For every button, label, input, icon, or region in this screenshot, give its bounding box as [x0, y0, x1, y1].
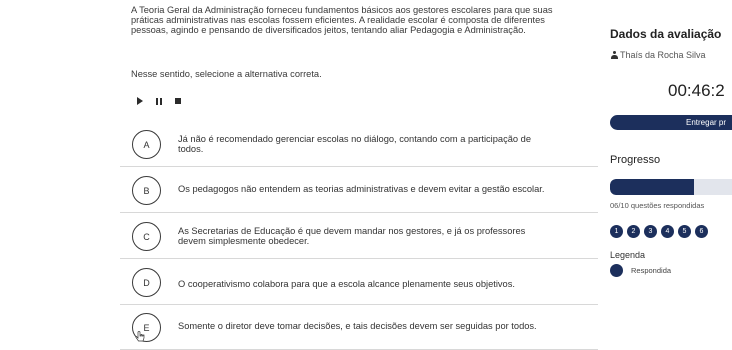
statement-line: pessoas, agindo e pensando de diversific… — [131, 25, 526, 35]
statement-line: A Teoria Geral da Administração forneceu… — [131, 5, 553, 15]
legend-answered-label: Respondida — [631, 266, 672, 275]
audio-controls — [137, 95, 181, 107]
progress-bar-fill — [610, 179, 694, 195]
statement-line: práticas administrativas nas escolas fos… — [131, 15, 545, 25]
option-b-line: Os pedagogos não entendem as teorias adm… — [178, 184, 545, 194]
legend-title: Legenda — [610, 250, 646, 260]
option-c[interactable]: C As Secretarias de Educação é que devem… — [120, 213, 598, 259]
option-c-line: devem simplesmente obedecer. — [178, 236, 310, 246]
option-d-text: O cooperativismo colabora para que a esc… — [178, 279, 588, 289]
option-a-line: todos. — [178, 144, 204, 154]
question-number-5[interactable]: 5 — [678, 225, 691, 238]
progress-title: Progresso — [610, 154, 661, 166]
option-c-text: As Secretarias de Educação é que devem m… — [178, 226, 588, 246]
option-d[interactable]: D O cooperativismo colabora para que a e… — [120, 259, 598, 305]
question-number-6[interactable]: 6 — [695, 225, 708, 238]
option-a-line: Já não é recomendado gerenciar escolas n… — [178, 134, 531, 144]
submit-button[interactable]: Entregar pr — [610, 115, 732, 130]
question-navigator: 1 2 3 4 5 6 — [610, 225, 708, 238]
question-number-3[interactable]: 3 — [644, 225, 657, 238]
progress-bar — [610, 179, 732, 195]
option-e-line: Somente o diretor deve tomar decisões, e… — [178, 321, 537, 331]
user-icon — [611, 51, 618, 59]
option-c-letter[interactable]: C — [132, 222, 161, 251]
option-b-letter[interactable]: B — [132, 176, 161, 205]
evaluation-sidebar: Dados da avaliação Thaís da Rocha Silva … — [600, 0, 732, 350]
pause-icon[interactable] — [156, 97, 162, 105]
hand-cursor-icon — [135, 331, 145, 342]
question-instruction: Nesse sentido, selecione a alternativa c… — [131, 69, 322, 79]
option-b-text: Os pedagogos não entendem as teorias adm… — [178, 184, 588, 194]
user-name: Thaís da Rocha Silva — [620, 50, 706, 60]
option-a-text: Já não é recomendado gerenciar escolas n… — [178, 134, 588, 154]
option-e-text: Somente o diretor deve tomar decisões, e… — [178, 321, 588, 331]
question-panel: A Teoria Geral da Administração forneceu… — [0, 0, 600, 350]
stop-icon[interactable] — [175, 98, 181, 104]
option-e[interactable]: E Somente o diretor deve tomar decisões,… — [120, 304, 598, 350]
option-b[interactable]: B Os pedagogos não entendem as teorias a… — [120, 167, 598, 213]
question-statement: A Teoria Geral da Administração forneceu… — [131, 5, 601, 35]
option-c-line: As Secretarias de Educação é que devem m… — [178, 226, 526, 236]
option-d-line: O cooperativismo colabora para que a esc… — [178, 279, 515, 289]
play-icon[interactable] — [137, 97, 143, 105]
countdown-timer: 00:46:2 — [668, 81, 725, 100]
question-number-4[interactable]: 4 — [661, 225, 674, 238]
user-info: Thaís da Rocha Silva — [611, 50, 706, 60]
answered-dot-icon — [610, 264, 623, 277]
progress-caption: 06/10 questões respondidas — [610, 201, 705, 210]
option-d-letter[interactable]: D — [132, 268, 161, 297]
legend-answered: Respondida — [610, 264, 671, 277]
question-number-2[interactable]: 2 — [627, 225, 640, 238]
sidebar-title: Dados da avaliação — [610, 27, 722, 41]
question-number-1[interactable]: 1 — [610, 225, 623, 238]
option-a[interactable]: A Já não é recomendado gerenciar escolas… — [120, 121, 598, 167]
option-a-letter[interactable]: A — [132, 130, 161, 159]
